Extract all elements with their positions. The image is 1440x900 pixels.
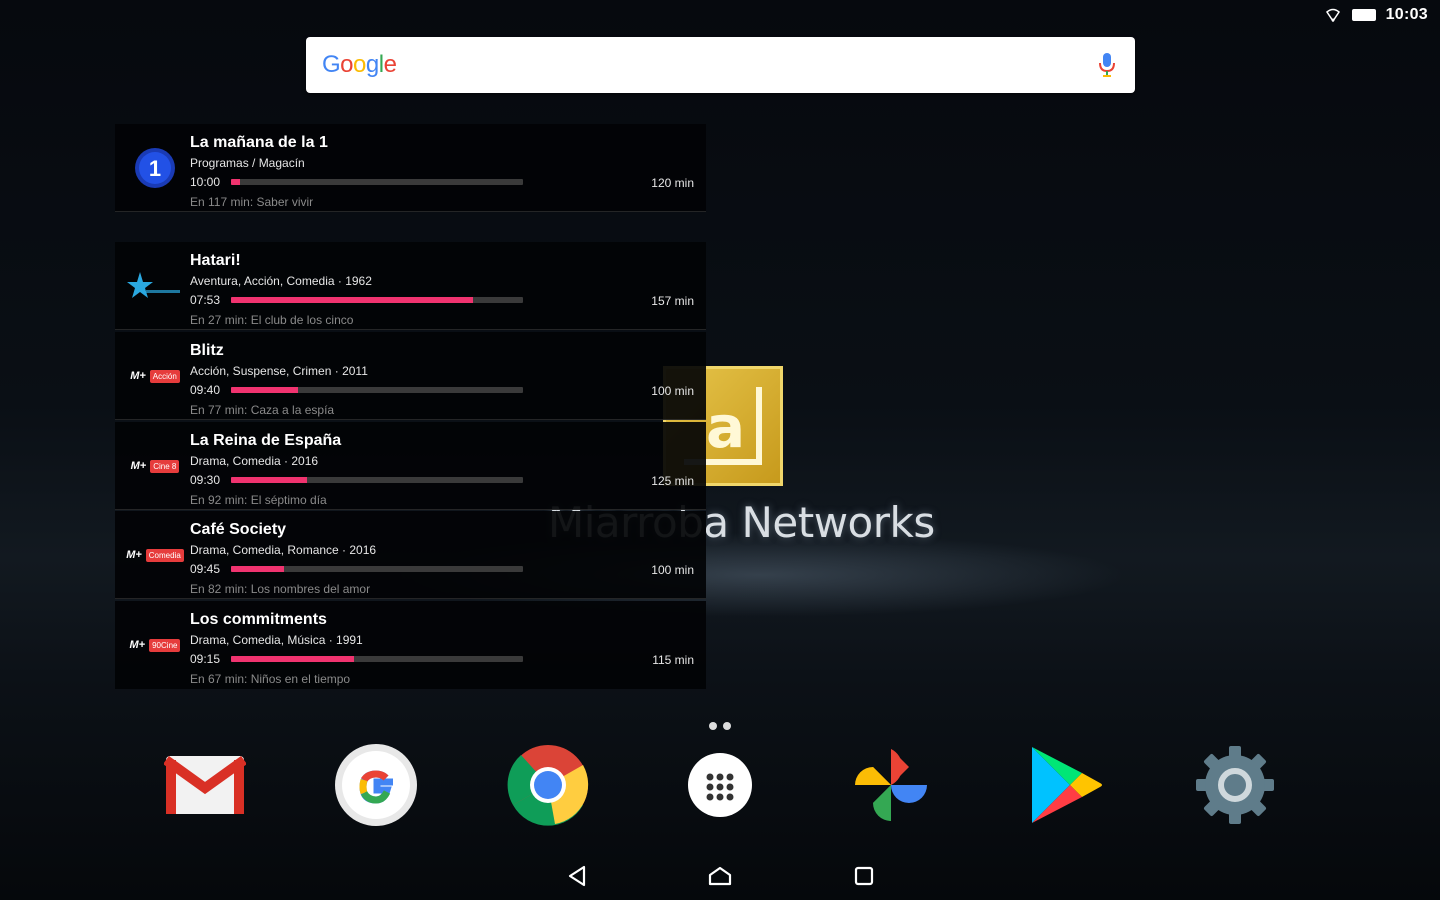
status-bar: 10:03 [1324, 0, 1440, 30]
tv-row-2[interactable]: M+ Acción Blitz Acción, Suspense, Crimen … [115, 332, 706, 420]
page-dot [723, 722, 731, 730]
program-start: 09:30 [190, 473, 221, 487]
tv-row-5[interactable]: M+ 90Cine Los commitments Drama, Comedia,… [115, 601, 706, 689]
progress-bar [231, 566, 523, 572]
program-genre: Drama, Comedia · 2016 [190, 454, 319, 468]
program-title: La mañana de la 1 [190, 134, 328, 151]
movistar-channel-logo: M+ Comedia [123, 529, 187, 581]
tv-row-1[interactable]: Hatari! Aventura, Acción, Comedia · 1962… [115, 242, 706, 330]
program-title: Blitz [190, 342, 224, 359]
program-title: Café Society [190, 521, 287, 538]
app-dock [0, 740, 1440, 830]
program-title: Los commitments [190, 611, 327, 628]
back-button[interactable] [562, 861, 592, 891]
program-duration: 100 min [651, 563, 694, 577]
program-duration: 100 min [651, 384, 694, 398]
home-button[interactable] [705, 861, 735, 891]
program-start: 07:53 [190, 293, 221, 307]
photos-icon[interactable] [846, 740, 936, 830]
progress-bar [231, 179, 523, 185]
play-store-icon[interactable] [1019, 740, 1109, 830]
google-logo: Google [322, 51, 397, 78]
next-program: En 82 min: Los nombres del amor [190, 582, 371, 596]
chrome-icon[interactable] [503, 740, 593, 830]
program-title: La Reina de España [190, 432, 342, 449]
mic-icon[interactable] [1095, 50, 1119, 80]
estrellas-logo [123, 260, 187, 312]
tv-guide-widget[interactable]: 1 La mañana de la 1 Programas / Magacín … [115, 124, 706, 689]
program-genre: Programas / Magacín [190, 156, 305, 170]
next-program: En 92 min: El séptimo día [190, 493, 327, 507]
progress-bar [231, 387, 523, 393]
battery-icon [1351, 9, 1376, 21]
progress-bar [231, 656, 523, 662]
gmail-icon[interactable] [160, 740, 250, 830]
recents-button[interactable] [849, 861, 879, 891]
progress-bar [231, 297, 523, 303]
next-program: En 27 min: El club de los cinco [190, 313, 354, 327]
settings-icon[interactable] [1190, 740, 1280, 830]
next-program: En 67 min: Niños en el tiempo [190, 672, 351, 686]
app-drawer-icon[interactable] [675, 740, 765, 830]
navigation-bar [0, 855, 1440, 893]
program-start: 09:45 [190, 562, 221, 576]
page-indicator [709, 722, 731, 730]
progress-bar [231, 477, 523, 483]
movistar-channel-logo: M+ Cine 8 [123, 440, 187, 492]
program-duration: 125 min [651, 474, 694, 488]
program-genre: Aventura, Acción, Comedia · 1962 [190, 274, 372, 288]
program-start: 09:15 [190, 652, 221, 666]
google-icon[interactable] [331, 740, 421, 830]
program-duration: 120 min [651, 176, 694, 190]
tv-row-4[interactable]: M+ Comedia Café Society Drama, Comedia, R… [115, 511, 706, 599]
tv-row-0[interactable]: 1 La mañana de la 1 Programas / Magacín … [115, 124, 706, 212]
svg-text:1: 1 [149, 156, 161, 181]
program-duration: 115 min [652, 653, 694, 667]
movistar-channel-logo: M+ Acción [123, 350, 187, 402]
movistar-channel-logo: M+ 90Cine [123, 619, 187, 671]
program-duration: 157 min [651, 294, 694, 308]
wifi-icon [1324, 7, 1342, 23]
status-clock: 10:03 [1385, 6, 1428, 23]
page-dot [709, 722, 717, 730]
program-title: Hatari! [190, 252, 241, 269]
la1-logo: 1 [123, 142, 187, 194]
program-start: 09:40 [190, 383, 221, 397]
google-search-bar[interactable]: Google [306, 37, 1135, 93]
program-genre: Acción, Suspense, Crimen · 2011 [190, 364, 368, 378]
next-program: En 117 min: Saber vivir [190, 195, 314, 209]
program-start: 10:00 [190, 175, 221, 189]
program-genre: Drama, Comedia, Música · 1991 [190, 633, 363, 647]
program-genre: Drama, Comedia, Romance · 2016 [190, 543, 377, 557]
next-program: En 77 min: Caza a la espía [190, 403, 335, 417]
tv-row-3[interactable]: M+ Cine 8 La Reina de España Drama, Comed… [115, 422, 706, 510]
